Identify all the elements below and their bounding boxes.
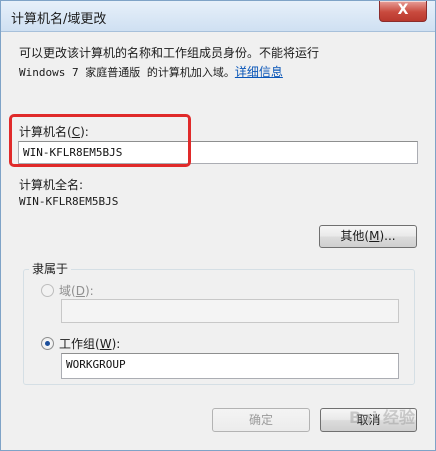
workgroup-label-suffix: ): (111, 337, 121, 351)
workgroup-input[interactable]: WORKGROUP (61, 353, 399, 379)
close-button[interactable]: X (379, 1, 427, 22)
domain-radio[interactable] (41, 284, 54, 297)
workgroup-label-prefix: 工作组( (59, 337, 100, 351)
window-title: 计算机名/域更改 (11, 12, 107, 27)
domain-label: 域(D): (59, 282, 94, 299)
full-name-value: WIN-KFLR8EM5BJS (19, 195, 119, 208)
workgroup-label: 工作组(W): (59, 335, 120, 352)
description-line-2: Windows 7 家庭普通版 的计算机加入域。详细信息 (19, 63, 399, 82)
workgroup-accesskey: W (99, 337, 112, 351)
close-icon: X (397, 2, 409, 18)
dialog-window: 计算机名/域更改 X 可以更改该计算机的名称和工作组成员身份。不能将运行 Win… (0, 0, 436, 451)
description-line-2-text: Windows 7 家庭普通版 的计算机加入域。 (19, 66, 235, 79)
title-bar[interactable]: 计算机名/域更改 X (1, 1, 435, 32)
highlight-annotation (9, 114, 191, 167)
more-button-prefix: 其他( (340, 229, 370, 243)
more-button-accesskey: M (369, 229, 380, 243)
more-button-suffix: )... (379, 229, 396, 243)
baidu-watermark: Bai 经验 (348, 408, 415, 427)
domain-accesskey: D (75, 284, 85, 298)
description-line-1: 可以更改该计算机的名称和工作组成员身份。不能将运行 (19, 46, 320, 60)
domain-label-suffix: ): (84, 284, 94, 298)
more-button[interactable]: 其他(M)... (319, 225, 417, 248)
more-info-link[interactable]: 详细信息 (235, 65, 283, 79)
ok-button[interactable]: 确定 (212, 408, 310, 432)
domain-input[interactable] (61, 299, 399, 323)
member-of-title: 隶属于 (29, 260, 72, 277)
full-name-label: 计算机全名: (19, 178, 84, 192)
description: 可以更改该计算机的名称和工作组成员身份。不能将运行 Windows 7 家庭普通… (19, 44, 399, 82)
workgroup-radio[interactable] (41, 337, 54, 350)
domain-label-prefix: 域( (59, 284, 76, 298)
dialog-content: 可以更改该计算机的名称和工作组成员身份。不能将运行 Windows 7 家庭普通… (1, 32, 435, 450)
